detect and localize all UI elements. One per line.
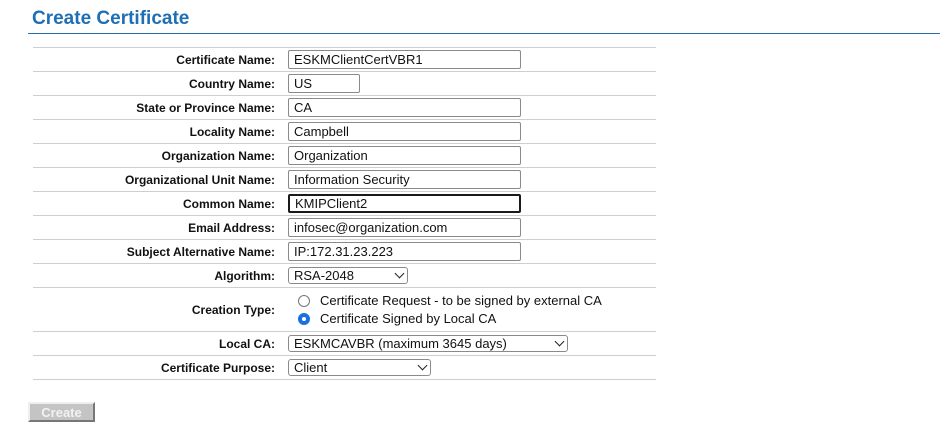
country-name-input[interactable] (288, 74, 360, 93)
creation-type-label: Creation Type: (191, 302, 275, 317)
row-org-unit: Organizational Unit Name: (33, 168, 656, 192)
local-ca-label: Local CA: (218, 336, 275, 351)
algorithm-select[interactable]: RSA-2048 (288, 267, 408, 284)
san-input[interactable] (288, 242, 521, 261)
chevron-down-icon (554, 336, 565, 347)
state-label: State or Province Name: (136, 100, 275, 115)
common-name-label: Common Name: (182, 196, 275, 211)
locality-label: Locality Name: (189, 124, 275, 139)
email-label: Email Address: (188, 220, 275, 235)
row-certificate-name: Certificate Name: (33, 48, 656, 72)
row-san: Subject Alternative Name: (33, 240, 656, 264)
local-ca-select[interactable]: ESKMCAVBR (maximum 3645 days) (288, 335, 568, 352)
san-label: Subject Alternative Name: (126, 244, 275, 259)
creation-type-option-external[interactable]: Certificate Request - to be signed by ex… (298, 293, 602, 308)
organization-input[interactable] (288, 146, 521, 165)
certificate-purpose-select[interactable]: Client (288, 359, 431, 376)
certificate-name-label: Certificate Name: (176, 52, 275, 67)
org-unit-label: Organizational Unit Name: (124, 172, 275, 187)
state-input[interactable] (288, 98, 521, 117)
row-common-name: Common Name: (33, 192, 656, 216)
radio-unchecked-icon[interactable] (298, 294, 310, 307)
row-algorithm: Algorithm: RSA-2048 (33, 264, 656, 288)
certificate-form: Certificate Name: Country Name: State or… (33, 47, 656, 380)
create-certificate-page: Create Certificate Certificate Name: Cou… (0, 0, 940, 433)
row-state: State or Province Name: (33, 96, 656, 120)
chevron-down-icon (394, 268, 405, 279)
certificate-purpose-label: Certificate Purpose: (160, 360, 275, 375)
creation-type-option-local[interactable]: Certificate Signed by Local CA (298, 311, 602, 326)
row-locality: Locality Name: (33, 120, 656, 144)
create-button[interactable]: Create (28, 402, 95, 422)
creation-type-option-local-label: Certificate Signed by Local CA (320, 311, 497, 326)
radio-checked-icon[interactable] (298, 312, 310, 325)
row-country-name: Country Name: (33, 72, 656, 96)
locality-input[interactable] (288, 122, 521, 141)
row-creation-type: Creation Type: Certificate Request - to … (33, 288, 656, 332)
page-title: Create Certificate (32, 8, 190, 29)
algorithm-label: Algorithm: (214, 268, 275, 283)
title-divider (28, 33, 940, 34)
local-ca-selected-value: ESKMCAVBR (maximum 3645 days) (294, 336, 507, 351)
row-local-ca: Local CA: ESKMCAVBR (maximum 3645 days) (33, 332, 656, 356)
certificate-purpose-selected-value: Client (294, 360, 328, 375)
organization-label: Organization Name: (161, 148, 275, 163)
chevron-down-icon (417, 360, 428, 371)
row-email: Email Address: (33, 216, 656, 240)
row-certificate-purpose: Certificate Purpose: Client (33, 356, 656, 380)
country-name-label: Country Name: (188, 76, 275, 91)
creation-type-option-external-label: Certificate Request - to be signed by ex… (320, 293, 602, 308)
creation-type-radio-group: Certificate Request - to be signed by ex… (288, 293, 602, 326)
row-organization: Organization Name: (33, 144, 656, 168)
org-unit-input[interactable] (288, 170, 521, 189)
certificate-name-input[interactable] (288, 50, 521, 69)
algorithm-selected-value: RSA-2048 (294, 268, 354, 283)
common-name-input[interactable] (288, 194, 521, 213)
email-input[interactable] (288, 218, 521, 237)
